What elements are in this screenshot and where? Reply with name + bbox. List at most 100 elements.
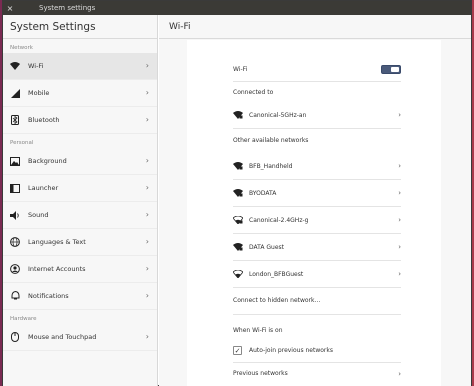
bluetooth-icon <box>10 115 20 125</box>
wifi-panel: Wi-Fi Wi-Fi Connected to Canonical-5GHz-… <box>159 15 471 386</box>
divider <box>233 233 401 234</box>
image-icon <box>10 156 20 166</box>
chevron-right-icon: › <box>398 189 401 197</box>
chevron-right-icon: › <box>145 210 149 219</box>
sidebar-item-mobile[interactable]: Mobile › <box>3 80 157 107</box>
accounts-icon <box>10 264 20 274</box>
sidebar-item-languages[interactable]: Languages & Text › <box>3 229 157 256</box>
network-name: London_BFBGuest <box>249 270 304 278</box>
previous-networks-label: Previous networks <box>233 370 288 377</box>
sidebar-item-label: Notifications <box>28 292 69 300</box>
chevron-right-icon: › <box>145 291 149 300</box>
divider <box>233 287 401 288</box>
close-window-button[interactable]: × <box>3 4 17 13</box>
sidebar-item-label: Sound <box>28 211 49 219</box>
chevron-right-icon: › <box>398 369 401 378</box>
network-row[interactable]: BYODATA › <box>233 189 401 197</box>
sidebar-item-label: Wi-Fi <box>28 62 44 70</box>
sidebar-item-launcher[interactable]: Launcher › <box>3 175 157 202</box>
connected-network-row[interactable]: Canonical-5GHz-an › <box>233 111 401 119</box>
network-row[interactable]: Canonical-2.4GHz-g › <box>233 216 401 224</box>
sidebar-header: System Settings <box>3 15 157 39</box>
wifi-lock-icon <box>233 162 243 170</box>
chevron-right-icon: › <box>398 111 401 119</box>
divider <box>233 81 401 82</box>
sidebar-item-wifi[interactable]: Wi-Fi › <box>3 53 157 80</box>
sidebar-item-label: Mouse and Touchpad <box>28 333 97 341</box>
mouse-icon <box>10 332 20 342</box>
section-heading: Other available networks <box>233 137 309 144</box>
chevron-right-icon: › <box>145 156 149 165</box>
network-row[interactable]: DATA Guest › <box>233 243 401 251</box>
sidebar-item-notifications[interactable]: Notifications › <box>3 283 157 310</box>
chevron-right-icon: › <box>145 183 149 192</box>
launcher-icon <box>10 183 20 193</box>
sidebar-item-sound[interactable]: Sound › <box>3 202 157 229</box>
window-titlebar: × System settings <box>3 1 471 15</box>
sidebar-item-label: Mobile <box>28 89 50 97</box>
divider <box>233 362 401 363</box>
wifi-toggle-switch[interactable] <box>381 65 401 74</box>
section-label-hardware: Hardware <box>10 316 37 322</box>
chevron-right-icon: › <box>398 216 401 224</box>
when-wifi-on-header: When Wi-Fi is on <box>233 327 401 334</box>
section-label-personal: Personal <box>10 140 34 146</box>
previous-networks-row[interactable]: Previous networks › <box>233 369 401 378</box>
speaker-icon <box>10 210 20 220</box>
connected-to-header: Connected to <box>233 89 401 96</box>
sidebar-item-label: Background <box>28 157 67 165</box>
sidebar-item-mouse-touchpad[interactable]: Mouse and Touchpad › <box>3 324 157 351</box>
settings-window: × System settings System Settings Networ… <box>2 0 472 386</box>
chevron-right-icon: › <box>145 61 149 70</box>
chevron-right-icon: › <box>398 162 401 170</box>
chevron-right-icon: › <box>145 88 149 97</box>
page-title: Wi-Fi <box>169 21 191 32</box>
section-label-network: Network <box>10 45 33 51</box>
divider <box>233 314 401 315</box>
settings-sidebar: System Settings Network Wi-Fi › Mobile ›… <box>3 15 158 386</box>
network-name: DATA Guest <box>249 243 284 251</box>
auto-join-row[interactable]: ✓ Auto-join previous networks <box>233 346 401 355</box>
wifi-panel-header: Wi-Fi <box>159 15 471 39</box>
network-row[interactable]: London_BFBGuest › <box>233 270 401 278</box>
other-networks-header: Other available networks <box>233 137 401 144</box>
sidebar-title: System Settings <box>10 20 96 33</box>
wifi-lock-icon <box>233 189 243 197</box>
auto-join-checkbox[interactable]: ✓ <box>233 346 242 355</box>
auto-join-label: Auto-join previous networks <box>249 347 333 354</box>
sidebar-item-label: Bluetooth <box>28 116 60 124</box>
network-name: Canonical-2.4GHz-g <box>249 216 309 224</box>
sidebar-item-background[interactable]: Background › <box>3 148 157 175</box>
chevron-right-icon: › <box>145 332 149 341</box>
sidebar-item-label: Launcher <box>28 184 59 192</box>
wifi-weak-lock-icon <box>233 216 243 224</box>
network-name: Canonical-5GHz-an <box>249 111 307 119</box>
divider <box>233 179 401 180</box>
wifi-toggle-label: Wi-Fi <box>233 66 248 73</box>
chevron-right-icon: › <box>398 270 401 278</box>
network-name: BYODATA <box>249 189 277 197</box>
wifi-toggle-row: Wi-Fi <box>233 65 401 74</box>
network-row[interactable]: BFB_Handheld › <box>233 162 401 170</box>
wifi-content: Wi-Fi Connected to Canonical-5GHz-an › O… <box>187 40 441 386</box>
divider <box>233 206 401 207</box>
section-heading: Connected to <box>233 89 274 96</box>
chevron-right-icon: › <box>145 115 149 124</box>
chevron-right-icon: › <box>145 237 149 246</box>
connect-hidden-network-row[interactable]: Connect to hidden network… <box>233 297 401 304</box>
sidebar-item-bluetooth[interactable]: Bluetooth › <box>3 107 157 134</box>
wifi-icon <box>10 61 20 71</box>
sidebar-item-internet-accounts[interactable]: Internet Accounts › <box>3 256 157 283</box>
wifi-lock-icon <box>233 243 243 251</box>
chevron-right-icon: › <box>145 264 149 273</box>
divider <box>233 128 401 129</box>
section-heading: When Wi-Fi is on <box>233 327 283 334</box>
divider <box>233 260 401 261</box>
globe-icon <box>10 237 20 247</box>
notification-icon <box>10 291 20 301</box>
wifi-lock-icon <box>233 111 243 119</box>
wifi-weak-icon <box>233 270 243 278</box>
signal-bars-icon <box>10 88 20 98</box>
network-name: BFB_Handheld <box>249 162 293 170</box>
connect-hidden-network-label: Connect to hidden network… <box>233 297 321 304</box>
